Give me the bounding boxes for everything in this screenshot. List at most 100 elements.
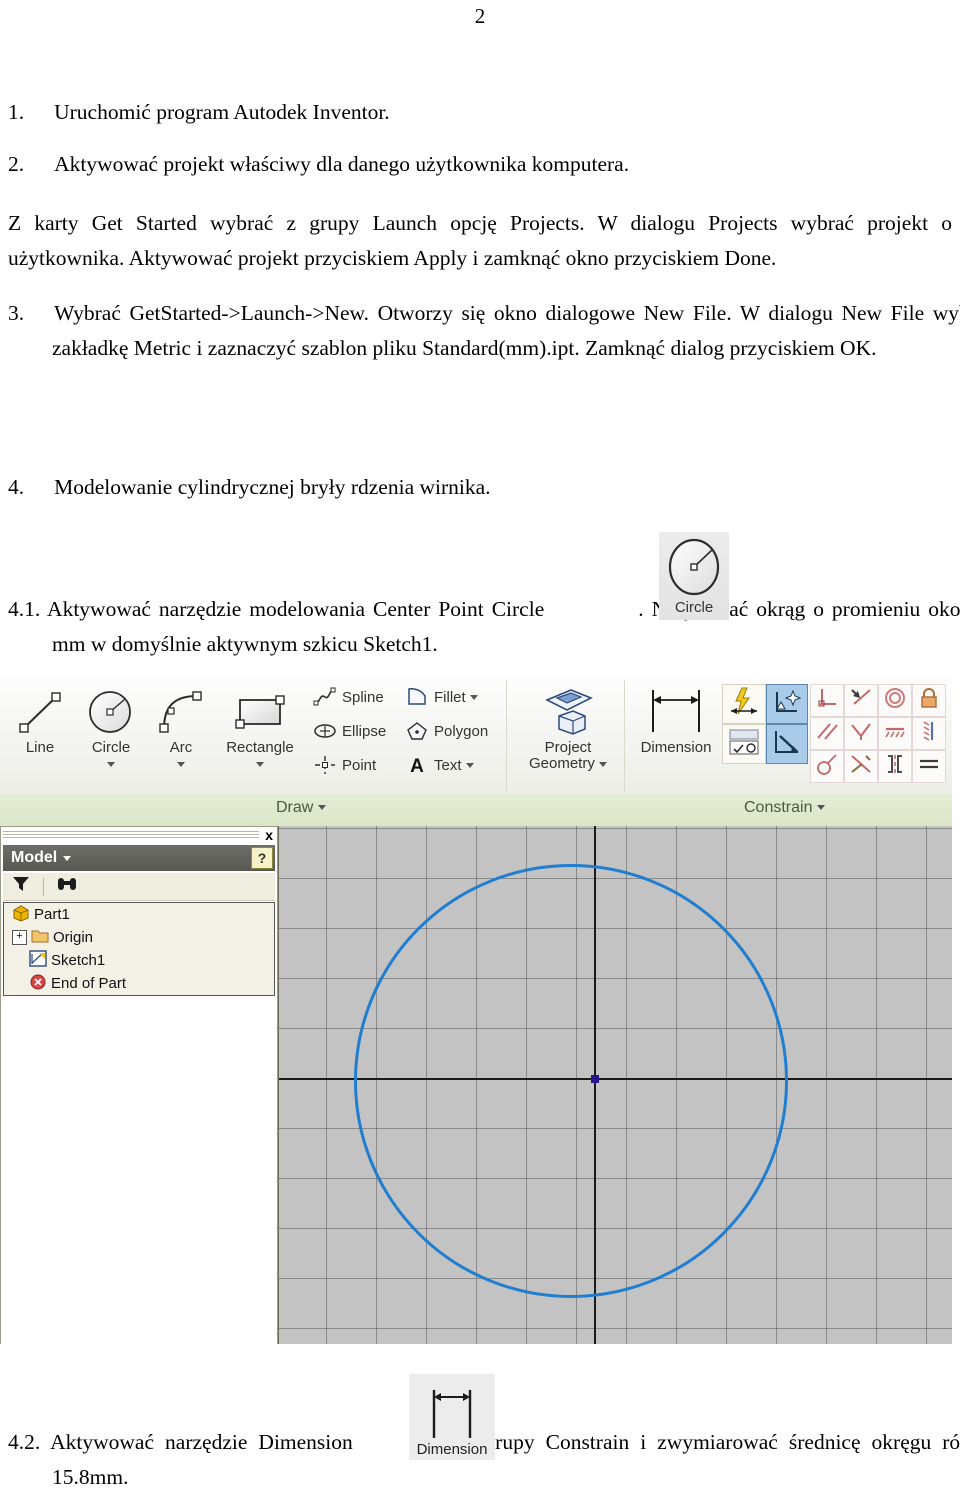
doc-item-3-number: 3. xyxy=(8,301,25,325)
sketch-icon xyxy=(29,950,47,971)
end-of-part-icon xyxy=(29,973,47,994)
tree-node-sketch1[interactable]: Sketch1 xyxy=(4,949,274,972)
show-constraints-icon xyxy=(727,727,761,762)
vertical-constraint-icon xyxy=(916,719,942,748)
ribbon-tool-point-label: Point xyxy=(342,756,377,774)
doc-item-3-text: Wybrać GetStarted->Launch->New. Otworzy … xyxy=(52,301,960,360)
perpendicular-constraint-button[interactable] xyxy=(810,684,844,717)
ribbon: Line Circle Arc Rectangle Spline Ellipse… xyxy=(0,676,952,795)
parallel-constraint-button[interactable] xyxy=(810,717,844,750)
doc-item-4: 4. Modelowanie cylindrycznej bryły rdzeni… xyxy=(8,475,960,500)
constraint-options-button[interactable] xyxy=(766,724,808,764)
tangent-constraint-button[interactable] xyxy=(844,717,878,750)
ribbon-tool-rectangle[interactable]: Rectangle xyxy=(214,684,306,774)
ribbon-panel-constrain[interactable]: Constrain xyxy=(744,799,825,817)
ellipse-icon xyxy=(312,720,338,742)
text-icon: A xyxy=(404,754,430,776)
ribbon-tool-arc[interactable]: Arc xyxy=(148,684,214,774)
ribbon-tool-circle[interactable]: Circle xyxy=(74,684,148,774)
tree-node-part1[interactable]: Part1 xyxy=(4,903,274,926)
ribbon-tool-circle-label: Circle xyxy=(91,739,131,756)
doc-item-3: 3. Wybrać GetStarted->Launch->New. Otworz… xyxy=(8,296,960,366)
doc-item-1-number: 1. xyxy=(8,100,25,124)
circle-caret-icon[interactable] xyxy=(74,756,148,774)
tree-node-origin-label: Origin xyxy=(53,929,94,946)
origin-point[interactable] xyxy=(591,1075,599,1083)
ribbon-tool-text[interactable]: A Text xyxy=(404,754,474,776)
browser-title-bar[interactable]: Model xyxy=(3,845,275,871)
polygon-icon xyxy=(404,720,430,742)
arc-icon xyxy=(148,684,214,740)
ribbon-tool-fillet[interactable]: Fillet xyxy=(404,686,478,708)
parallel-constraint-icon xyxy=(814,719,840,748)
collinear-constraint-button[interactable] xyxy=(878,750,912,783)
concentric-constraint-icon xyxy=(882,686,908,715)
filter-icon[interactable] xyxy=(11,875,31,898)
ribbon-tool-line-label: Line xyxy=(25,739,55,756)
ribbon-panel-draw[interactable]: Draw xyxy=(276,799,326,817)
concentric-constraint-button[interactable] xyxy=(878,684,912,717)
doc-item-2: 2. Aktywować projekt właściwy dla danego … xyxy=(8,152,960,177)
coincident-constraint-button[interactable] xyxy=(844,684,878,717)
tree-node-origin[interactable]: + Origin xyxy=(4,926,274,949)
ribbon-panel-bar: Draw Constrain xyxy=(0,794,952,827)
chevron-down-icon[interactable] xyxy=(63,855,72,861)
doc-item-2-number: 2. xyxy=(8,152,25,176)
doc-item-4-1-text-before: Aktywować narzędzie modelowania Center P… xyxy=(47,597,545,621)
horizontal-constraint-button[interactable] xyxy=(878,717,912,750)
help-icon[interactable]: ? xyxy=(251,847,273,869)
ribbon-tool-spline[interactable]: Spline xyxy=(312,686,384,708)
circle-tool-icon xyxy=(665,536,723,603)
perpendicular-constraint-icon xyxy=(814,686,840,715)
fillet-caret-icon[interactable] xyxy=(469,689,478,706)
ribbon-tool-polygon[interactable]: Polygon xyxy=(404,720,488,742)
line-icon xyxy=(4,684,76,740)
sketch-canvas[interactable] xyxy=(278,826,952,1348)
project-geometry-caret-icon[interactable] xyxy=(599,761,608,767)
vertical-constraint-button[interactable] xyxy=(912,717,946,750)
tree-node-end-of-part[interactable]: End of Part xyxy=(4,972,274,995)
cad-bottom-strip xyxy=(0,1344,952,1348)
draw-panel-caret-icon[interactable] xyxy=(317,805,326,811)
arc-caret-icon[interactable] xyxy=(148,756,214,774)
ribbon-tool-rectangle-label: Rectangle xyxy=(226,739,294,756)
inline-circle-tool-label: Circle xyxy=(674,599,714,616)
constraint-grid xyxy=(810,684,946,784)
symmetric-constraint-button[interactable] xyxy=(844,750,878,783)
auto-dimension-icon xyxy=(727,686,761,723)
tree-node-sketch1-label: Sketch1 xyxy=(51,952,106,969)
equal-constraint-button[interactable] xyxy=(912,750,946,783)
fix-constraint-button[interactable] xyxy=(912,684,946,717)
ribbon-tool-dimension[interactable]: Dimension xyxy=(630,684,722,756)
inline-dimension-tool-button[interactable]: Dimension xyxy=(409,1374,495,1460)
ribbon-tool-project-geometry[interactable]: Project Geometry xyxy=(512,684,624,772)
collinear-constraint-icon xyxy=(882,752,908,781)
symmetric-constraint-icon xyxy=(848,752,874,781)
inline-circle-tool-button[interactable]: Circle xyxy=(659,532,729,620)
ribbon-panel-constrain-label: Constrain xyxy=(744,799,813,816)
browser-title-label: Model xyxy=(11,849,58,866)
find-binoculars-icon[interactable] xyxy=(56,875,78,898)
sketch-circle[interactable] xyxy=(354,864,788,1298)
constrain-panel-caret-icon[interactable] xyxy=(816,805,825,811)
auto-dimension-button[interactable] xyxy=(722,684,766,724)
doc-item-4-2-text-before: Aktywować narzędzie Dimension xyxy=(50,1430,353,1454)
close-icon[interactable]: x xyxy=(265,827,273,843)
project-geometry-label-line2: Geometry xyxy=(512,756,624,772)
show-constraints-button[interactable] xyxy=(722,724,766,764)
ribbon-tool-line[interactable]: Line xyxy=(4,684,76,756)
rectangle-icon xyxy=(214,684,306,740)
constraint-settings-button[interactable] xyxy=(766,684,808,724)
rectangle-caret-icon[interactable] xyxy=(214,756,306,774)
expander-icon[interactable]: + xyxy=(12,930,27,945)
model-tree: Part1 + Origin Sketch1 End of Part xyxy=(3,902,275,996)
smooth-constraint-button[interactable] xyxy=(810,750,844,783)
browser-toolbar xyxy=(3,873,275,901)
ribbon-tool-point[interactable]: Point xyxy=(312,754,376,776)
browser-toolbar-divider xyxy=(43,877,44,896)
ribbon-panel-draw-label: Draw xyxy=(276,799,314,816)
browser-drag-grip[interactable] xyxy=(3,829,259,843)
ribbon-tool-ellipse[interactable]: Ellipse xyxy=(312,720,386,742)
text-caret-icon[interactable] xyxy=(465,757,474,774)
ribbon-tool-text-label: Text xyxy=(434,756,462,774)
